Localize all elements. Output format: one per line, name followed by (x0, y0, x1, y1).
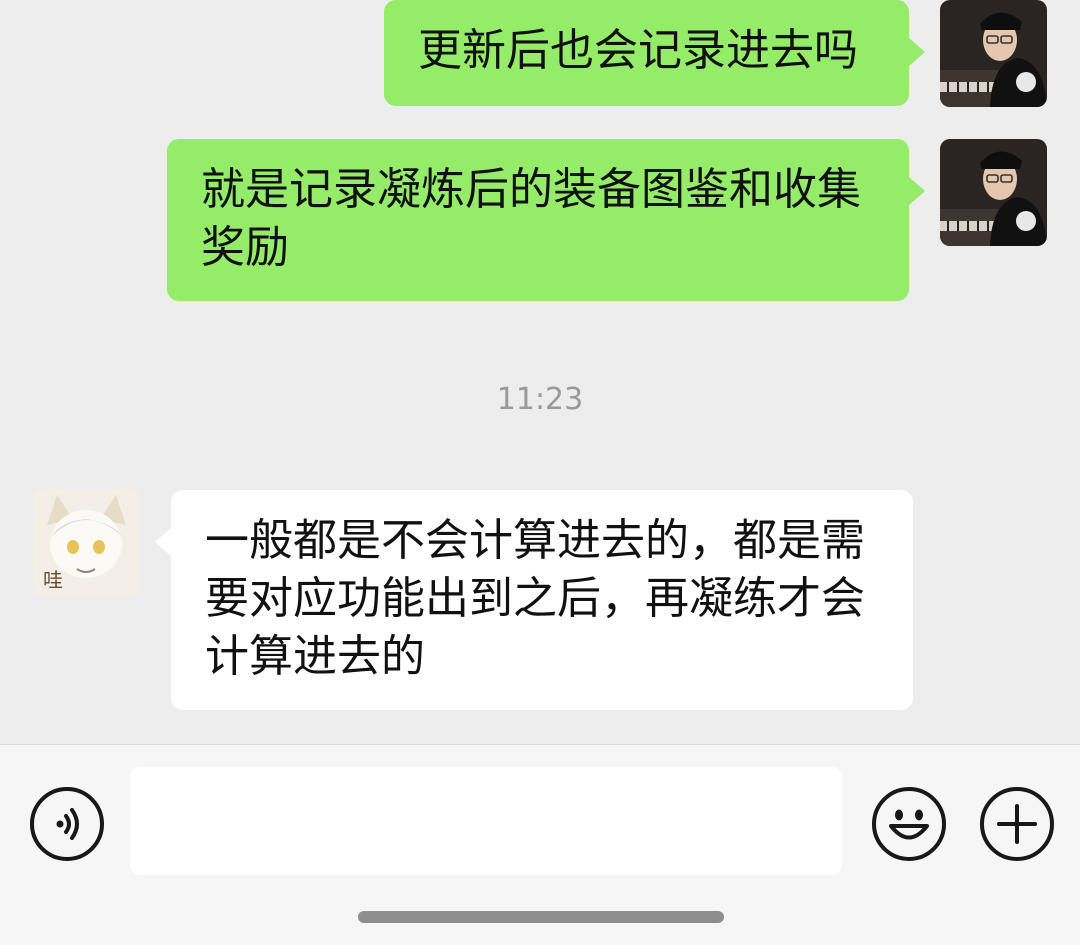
message-timestamp: 11:23 (496, 382, 584, 417)
sticker-text: 哇 (43, 568, 63, 592)
emoji-icon (889, 809, 929, 840)
emoji-button[interactable] (872, 787, 946, 861)
home-indicator[interactable] (358, 911, 724, 923)
message-bubble-outgoing[interactable]: 就是记录凝炼后的装备图鉴和收集奖励 (167, 139, 925, 301)
anime-avatar-icon: 哇 (33, 489, 140, 596)
user-avatar[interactable] (940, 139, 1047, 246)
message-bubble-incoming[interactable]: 一般都是不会计算进去的，都是需要对应功能出到之后，再凝练才会计算进去的 (155, 490, 913, 710)
message-text: 一般都是不会计算进去的，都是需要对应功能出到之后，再凝练才会计算进去的 (205, 515, 865, 682)
message-bubble-outgoing[interactable]: 更新后也会记录进去吗 (384, 0, 925, 106)
message-input[interactable] (130, 767, 842, 875)
input-bar (0, 744, 1080, 945)
more-button[interactable] (980, 787, 1054, 861)
chat-area[interactable]: 更新后也会记录进去吗 就是记录凝炼后的装备图鉴和收集奖励 11:23 哇 一般都… (0, 0, 1080, 744)
voice-icon (56, 808, 79, 840)
plus-icon (997, 804, 1037, 844)
user-photo-icon (940, 0, 1047, 107)
message-text: 更新后也会记录进去吗 (418, 25, 858, 76)
voice-button[interactable] (30, 787, 104, 861)
message-text: 就是记录凝炼后的装备图鉴和收集奖励 (201, 164, 861, 273)
user-avatar[interactable] (940, 0, 1047, 107)
contact-avatar[interactable]: 哇 (33, 489, 140, 596)
user-photo-icon (940, 139, 1047, 246)
